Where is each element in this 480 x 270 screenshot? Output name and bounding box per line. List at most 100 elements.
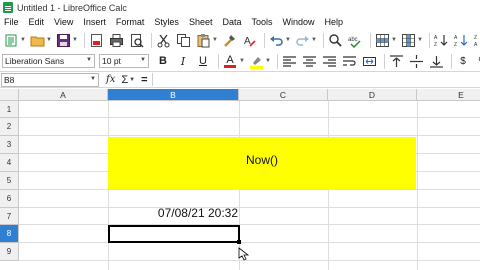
clear-formatting-icon[interactable]: A — [241, 32, 258, 49]
export-pdf-icon[interactable] — [88, 32, 105, 49]
print-preview-icon[interactable] — [128, 32, 145, 49]
row-header-1[interactable]: 1 — [0, 101, 19, 118]
column-header-a[interactable]: A — [19, 89, 108, 101]
standard-toolbar: ▼ ▼ ▼ ▼ A ▼ ▼ abc ▼ ▼ A Z A Z Z A — [0, 29, 480, 51]
new-dropdown-arrow[interactable]: ▼ — [20, 32, 26, 49]
highlight-color-icon[interactable] — [248, 53, 265, 70]
spreadsheet-grid[interactable]: A B C D E 1 2 3 4 5 6 7 8 9 Now() 07/08/… — [0, 89, 480, 270]
row-header-7[interactable]: 7 — [0, 208, 19, 225]
menu-styles[interactable]: Styles — [149, 15, 184, 29]
menu-insert[interactable]: Insert — [78, 15, 111, 29]
print-icon[interactable] — [108, 32, 125, 49]
underline-button[interactable]: U — [195, 53, 211, 69]
fill-handle[interactable] — [237, 240, 241, 244]
paste-dropdown-arrow[interactable]: ▼ — [212, 32, 218, 49]
menu-format[interactable]: Format — [111, 15, 150, 29]
name-box[interactable]: B8 ▼ — [1, 72, 99, 87]
chevron-down-icon[interactable]: ▼ — [140, 57, 146, 63]
formula-button[interactable]: = — [141, 74, 147, 86]
find-replace-icon[interactable] — [327, 32, 344, 49]
svg-text:Z: Z — [474, 35, 477, 41]
highlight-dropdown-arrow[interactable]: ▼ — [265, 53, 271, 70]
paste-icon[interactable] — [195, 32, 212, 49]
row-header-6[interactable]: 6 — [0, 190, 19, 208]
svg-text:A: A — [454, 35, 458, 41]
row-header-4[interactable]: 4 — [0, 154, 19, 172]
spelling-icon[interactable]: abc — [347, 32, 364, 49]
sort-icon[interactable]: AZ — [433, 32, 450, 49]
menu-window[interactable]: Window — [278, 15, 320, 29]
function-wizard-button[interactable]: fx — [106, 74, 115, 85]
sort-descending-icon[interactable]: ZA — [473, 32, 480, 49]
column-icon[interactable] — [400, 32, 417, 49]
svg-text:Z: Z — [434, 42, 437, 48]
row-header-8[interactable]: 8 — [0, 225, 19, 243]
font-name-value: Liberation Sans — [5, 56, 65, 66]
sum-dropdown-arrow[interactable]: ▼ — [129, 77, 135, 83]
bold-button[interactable]: B — [155, 53, 171, 69]
chevron-down-icon[interactable]: ▼ — [86, 57, 92, 63]
column-header-d[interactable]: D — [328, 89, 417, 101]
menu-help[interactable]: Help — [320, 15, 349, 29]
sum-button[interactable]: Σ — [121, 74, 128, 86]
font-size-box[interactable]: 10 pt ▼ — [99, 54, 149, 68]
save-dropdown-arrow[interactable]: ▼ — [72, 32, 78, 49]
center-vertically-icon[interactable] — [408, 53, 425, 70]
new-document-icon[interactable] — [3, 32, 20, 49]
font-color-glyph: A — [226, 53, 234, 66]
redo-icon[interactable] — [294, 32, 311, 49]
undo-icon[interactable] — [268, 32, 285, 49]
align-right-icon[interactable] — [321, 53, 338, 70]
menu-view[interactable]: View — [49, 15, 78, 29]
percent-format-button[interactable]: % — [475, 53, 480, 69]
column-header-b[interactable]: B — [108, 89, 239, 101]
undo-dropdown-arrow[interactable]: ▼ — [285, 32, 291, 49]
chevron-down-icon[interactable]: ▼ — [90, 76, 96, 82]
column-dropdown-arrow[interactable]: ▼ — [417, 32, 423, 49]
menu-tools[interactable]: Tools — [246, 15, 277, 29]
menu-bar: File Edit View Insert Format Styles Shee… — [0, 15, 480, 29]
formatting-toolbar: Liberation Sans ▼ 10 pt ▼ B I U A ▼ ▼ $ — [0, 51, 480, 71]
cut-icon[interactable] — [155, 32, 172, 49]
select-all-corner[interactable] — [0, 89, 19, 101]
merge-center-icon[interactable] — [361, 53, 378, 70]
font-size-value: 10 pt — [102, 56, 121, 66]
clone-formatting-icon[interactable] — [221, 32, 238, 49]
align-center-icon[interactable] — [301, 53, 318, 70]
calc-app-icon — [3, 2, 13, 13]
row-header-5[interactable]: 5 — [0, 172, 19, 190]
font-color-bar — [224, 64, 236, 68]
open-dropdown-arrow[interactable]: ▼ — [46, 32, 52, 49]
redo-dropdown-arrow[interactable]: ▼ — [311, 32, 317, 49]
window-title: Untitled 1 - LibreOffice Calc — [17, 2, 127, 13]
row-dropdown-arrow[interactable]: ▼ — [391, 32, 397, 49]
save-icon[interactable] — [55, 32, 72, 49]
column-header-c[interactable]: C — [239, 89, 328, 101]
formula-input[interactable] — [152, 73, 480, 86]
active-cell-b8[interactable] — [108, 225, 240, 243]
font-name-box[interactable]: Liberation Sans ▼ — [2, 54, 95, 68]
svg-text:Z: Z — [454, 42, 457, 48]
menu-file[interactable]: File — [0, 15, 24, 29]
sort-ascending-icon[interactable]: AZ — [453, 32, 470, 49]
align-bottom-icon[interactable] — [428, 53, 445, 70]
menu-sheet[interactable]: Sheet — [184, 15, 218, 29]
align-top-icon[interactable] — [388, 53, 405, 70]
row-icon[interactable] — [374, 32, 391, 49]
merged-cell-text: Now() — [246, 153, 278, 167]
menu-edit[interactable]: Edit — [24, 15, 50, 29]
italic-button[interactable]: I — [175, 53, 191, 69]
font-color-button[interactable]: A — [222, 53, 238, 69]
svg-text:abc: abc — [348, 37, 358, 43]
align-left-icon[interactable] — [281, 53, 298, 70]
column-header-e[interactable]: E — [417, 89, 480, 101]
row-header-3[interactable]: 3 — [0, 136, 19, 154]
menu-data[interactable]: Data — [217, 15, 246, 29]
wrap-text-icon[interactable] — [341, 53, 358, 70]
currency-format-button[interactable]: $ — [455, 53, 471, 69]
copy-icon[interactable] — [175, 32, 192, 49]
row-header-9[interactable]: 9 — [0, 243, 19, 261]
row-header-2[interactable]: 2 — [0, 118, 19, 136]
open-folder-icon[interactable] — [29, 32, 46, 49]
font-color-dropdown-arrow[interactable]: ▼ — [239, 53, 245, 70]
